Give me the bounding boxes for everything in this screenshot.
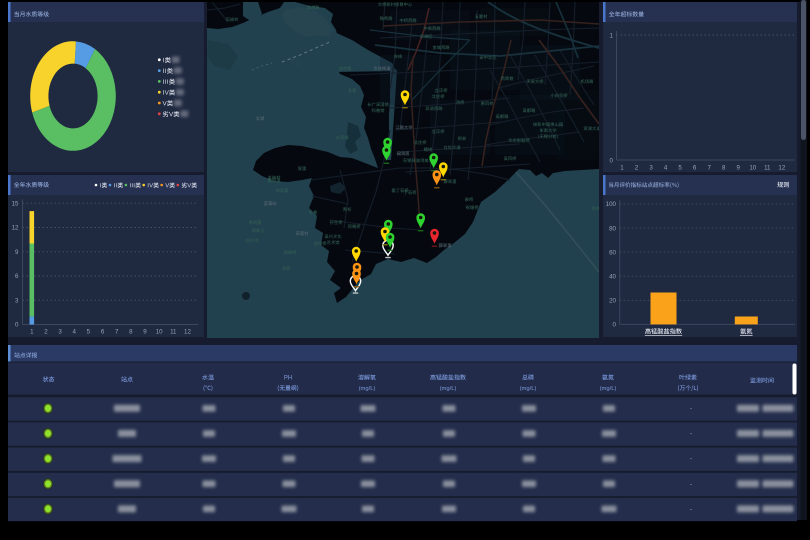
- svg-text:-: -: [690, 406, 692, 412]
- svg-text:(mg/L): (mg/L): [520, 386, 537, 392]
- svg-text:11: 11: [764, 165, 771, 172]
- svg-text:0: 0: [15, 322, 19, 329]
- svg-text:2: 2: [44, 329, 48, 336]
- svg-text:12: 12: [12, 225, 19, 232]
- svg-text:10: 10: [156, 329, 163, 336]
- svg-text:1: 1: [620, 165, 624, 172]
- svg-text:0: 0: [610, 158, 614, 165]
- svg-text:4: 4: [73, 329, 77, 336]
- svg-text:12: 12: [184, 329, 191, 336]
- svg-text:11: 11: [170, 329, 177, 336]
- svg-text:100: 100: [606, 201, 617, 208]
- svg-text:1: 1: [610, 33, 614, 40]
- svg-text:15: 15: [12, 201, 19, 208]
- svg-text:(mg/L): (mg/L): [600, 386, 617, 392]
- svg-text:60: 60: [609, 249, 616, 256]
- svg-text:-: -: [690, 482, 692, 488]
- svg-text:4: 4: [664, 165, 668, 172]
- svg-text:6: 6: [15, 273, 19, 280]
- svg-text:6: 6: [693, 165, 697, 172]
- svg-text:7: 7: [707, 165, 711, 172]
- svg-text:9: 9: [737, 165, 741, 172]
- svg-text:-: -: [690, 431, 692, 437]
- svg-text:8: 8: [129, 329, 133, 336]
- svg-text:9: 9: [143, 329, 147, 336]
- svg-text:10: 10: [749, 165, 756, 172]
- svg-text:-: -: [690, 507, 692, 513]
- svg-text:7: 7: [115, 329, 119, 336]
- svg-text:12: 12: [778, 165, 785, 172]
- svg-text:(mg/L): (mg/L): [359, 386, 376, 392]
- svg-text:1: 1: [30, 329, 34, 336]
- svg-text:3: 3: [649, 165, 653, 172]
- svg-text:3: 3: [15, 297, 19, 304]
- svg-text:PH: PH: [284, 376, 292, 382]
- svg-text:5: 5: [87, 329, 91, 336]
- svg-text:(mg/L): (mg/L): [440, 386, 457, 392]
- svg-text:3: 3: [58, 329, 62, 336]
- svg-text:6: 6: [101, 329, 105, 336]
- svg-text:8: 8: [722, 165, 726, 172]
- svg-text:40: 40: [609, 273, 616, 280]
- svg-text:20: 20: [609, 298, 616, 305]
- svg-text:5: 5: [678, 165, 682, 172]
- svg-text:0: 0: [613, 322, 617, 329]
- svg-text:2: 2: [635, 165, 639, 172]
- svg-text:-: -: [690, 457, 692, 463]
- svg-text:80: 80: [609, 225, 616, 232]
- svg-text:9: 9: [15, 249, 19, 256]
